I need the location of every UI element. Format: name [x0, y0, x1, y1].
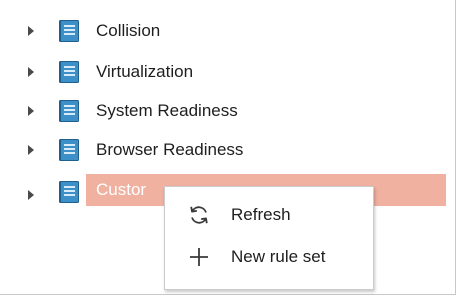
book-icon	[59, 181, 79, 203]
book-icon	[59, 20, 79, 42]
expand-arrow-icon[interactable]	[28, 67, 34, 77]
tree-item-browser-readiness[interactable]: Browser Readiness	[8, 134, 446, 166]
tree-item-label: Virtualization	[96, 62, 194, 81]
menu-item-label: New rule set	[231, 247, 326, 266]
tree-item-label: Collision	[96, 21, 161, 40]
expand-arrow-icon[interactable]	[28, 190, 34, 200]
new-rule-set-menu-item[interactable]: New rule set	[165, 237, 373, 277]
tree-item-label: Custor	[96, 180, 147, 199]
tree-item-collision[interactable]: Collision	[8, 15, 446, 47]
refresh-menu-item[interactable]: Refresh	[165, 195, 373, 235]
plus-icon	[190, 248, 208, 266]
tree-item-label: System Readiness	[96, 101, 238, 120]
tree-item-system-readiness[interactable]: System Readiness	[8, 95, 446, 127]
refresh-icon	[190, 206, 208, 224]
tree-item-virtualization[interactable]: Virtualization	[8, 56, 446, 88]
expand-arrow-icon[interactable]	[28, 26, 34, 36]
context-menu: Refresh New rule set	[164, 186, 374, 290]
book-icon	[59, 139, 79, 161]
book-icon	[59, 100, 79, 122]
menu-item-label: Refresh	[231, 205, 291, 224]
tree-item-label: Browser Readiness	[96, 140, 244, 159]
expand-arrow-icon[interactable]	[28, 106, 34, 116]
book-icon	[59, 61, 79, 83]
expand-arrow-icon[interactable]	[28, 145, 34, 155]
